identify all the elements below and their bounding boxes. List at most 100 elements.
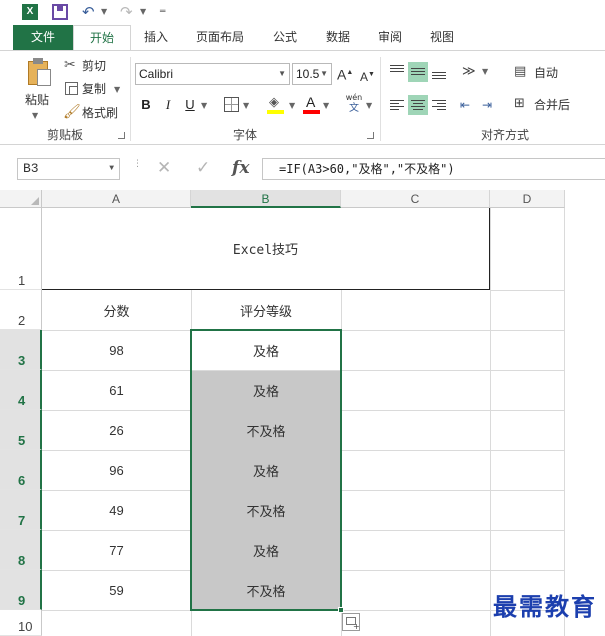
fill-color-swatch: [267, 110, 284, 114]
row-header-5[interactable]: 5: [0, 410, 42, 450]
borders-dropdown-icon[interactable]: ▼: [243, 97, 249, 115]
paste-icon[interactable]: [26, 57, 52, 87]
undo-dropdown-icon[interactable]: ▼: [101, 4, 107, 20]
name-box[interactable]: B3 ▼: [17, 158, 120, 180]
tab-file[interactable]: 文件: [13, 25, 73, 50]
score-cell-a5[interactable]: 26: [42, 410, 191, 450]
format-painter-button[interactable]: 格式刷: [82, 104, 118, 122]
insert-function-icon[interactable]: fx: [232, 157, 249, 179]
redo-icon[interactable]: ↷: [120, 2, 133, 22]
bold-button[interactable]: B: [137, 96, 155, 114]
score-cell-a6[interactable]: 96: [42, 450, 191, 490]
score-cell-a8[interactable]: 77: [42, 530, 191, 570]
wrap-text-icon[interactable]: ▤: [514, 63, 526, 81]
group-divider: [380, 57, 381, 141]
row-header-1[interactable]: 1: [0, 208, 42, 290]
italic-button[interactable]: I: [159, 96, 177, 114]
tab-data[interactable]: 数据: [316, 25, 360, 50]
phonetic-dropdown-icon[interactable]: ▼: [366, 97, 372, 115]
font-color-dropdown-icon[interactable]: ▼: [323, 97, 329, 115]
merge-center-button[interactable]: 合并后: [534, 96, 570, 114]
column-header-d[interactable]: D: [490, 190, 565, 208]
copy-dropdown-icon[interactable]: ▼: [114, 81, 120, 99]
confirm-entry-icon[interactable]: ✓: [196, 157, 210, 179]
customize-qat-icon[interactable]: ═: [160, 4, 165, 20]
shrink-font-icon: A: [360, 70, 369, 84]
align-middle-icon[interactable]: [408, 62, 428, 82]
ribbon: 粘贴 ▼ ✂ 剪切 复制 ▼ 🖌 格式刷 剪贴板 Calibri ▼ 10.5 …: [0, 50, 605, 145]
score-cell-a7[interactable]: 49: [42, 490, 191, 530]
quick-analysis-icon[interactable]: +: [342, 613, 360, 631]
tab-formulas[interactable]: 公式: [263, 25, 307, 50]
cut-icon[interactable]: ✂: [64, 56, 76, 74]
align-bottom-icon[interactable]: [429, 62, 449, 82]
grow-font-button[interactable]: A▲: [337, 64, 353, 84]
row-header-6[interactable]: 6: [0, 450, 42, 490]
row-header-8[interactable]: 8: [0, 530, 42, 570]
align-right-icon[interactable]: [429, 95, 449, 115]
undo-icon[interactable]: ↶: [82, 2, 95, 22]
select-all-corner[interactable]: [0, 190, 42, 208]
font-name-select[interactable]: Calibri ▼: [135, 63, 290, 85]
header-cell-a2[interactable]: 分数: [42, 290, 191, 330]
gridline: [490, 208, 491, 636]
paint-bucket-icon: ◈: [269, 95, 279, 110]
row-header-4[interactable]: 4: [0, 370, 42, 410]
phonetic-bottom: 文: [349, 103, 359, 114]
borders-icon[interactable]: [224, 97, 239, 112]
cut-button[interactable]: 剪切: [82, 57, 106, 75]
selection-border: [190, 329, 342, 611]
score-cell-a9[interactable]: 59: [42, 570, 191, 610]
underline-dropdown-icon[interactable]: ▼: [201, 97, 207, 115]
align-top-icon[interactable]: [387, 62, 407, 82]
orientation-dropdown-icon[interactable]: ▼: [482, 63, 488, 81]
merge-center-icon[interactable]: ⊞: [514, 95, 525, 113]
score-cell-a3[interactable]: 98: [42, 330, 191, 370]
tab-insert[interactable]: 插入: [136, 25, 176, 50]
tab-view[interactable]: 视图: [420, 25, 464, 50]
tab-home[interactable]: 开始: [73, 25, 131, 51]
align-center-icon[interactable]: [408, 95, 428, 115]
row-header-3[interactable]: 3: [0, 330, 42, 370]
format-painter-icon[interactable]: 🖌: [63, 103, 81, 121]
column-header-c[interactable]: C: [341, 190, 490, 208]
row-header-9[interactable]: 9: [0, 570, 42, 610]
orientation-icon[interactable]: ≫: [462, 63, 476, 81]
score-cell-a4[interactable]: 61: [42, 370, 191, 410]
shrink-font-button[interactable]: A▼: [360, 66, 375, 86]
fill-dropdown-icon[interactable]: ▼: [289, 97, 295, 115]
clipboard-launcher-icon[interactable]: [118, 132, 125, 139]
chevron-down-icon: ▼: [109, 164, 114, 173]
font-launcher-icon[interactable]: [367, 132, 374, 139]
copy-icon[interactable]: [65, 82, 78, 95]
row-header-10[interactable]: 10: [0, 610, 42, 636]
alignment-group-label: 对齐方式: [480, 128, 529, 142]
title-cell-a1[interactable]: Excel技巧: [42, 208, 490, 290]
font-color-button[interactable]: A: [302, 94, 322, 115]
chevron-down-icon: ▼: [278, 69, 286, 78]
cancel-entry-icon[interactable]: ✕: [157, 157, 171, 179]
column-header-a[interactable]: A: [42, 190, 191, 208]
increase-indent-icon[interactable]: ⇥: [482, 96, 492, 114]
ribbon-tabs: 文件 开始 插入 页面布局 公式 数据 审阅 视图: [0, 25, 605, 51]
copy-button[interactable]: 复制: [82, 80, 106, 98]
paste-dropdown-icon[interactable]: ▼: [32, 107, 38, 125]
underline-button[interactable]: U: [181, 96, 199, 114]
wrap-text-button[interactable]: 自动: [534, 64, 558, 82]
column-header-b[interactable]: B: [191, 190, 341, 208]
tab-page-layout[interactable]: 页面布局: [188, 25, 252, 50]
fill-color-button[interactable]: ◈: [266, 95, 286, 115]
formula-input[interactable]: =IF(A3>60,"及格","不及格"): [262, 158, 605, 180]
redo-dropdown-icon[interactable]: ▼: [140, 4, 146, 20]
save-icon[interactable]: [52, 4, 68, 20]
align-left-icon[interactable]: [387, 95, 407, 115]
header-cell-b2[interactable]: 评分等级: [191, 290, 341, 330]
font-size-value: 10.5: [296, 67, 320, 81]
row-header-2[interactable]: 2: [0, 290, 42, 330]
phonetic-guide-button[interactable]: wén 文: [343, 93, 365, 115]
tab-review[interactable]: 审阅: [368, 25, 412, 50]
font-size-select[interactable]: 10.5 ▼: [292, 63, 332, 85]
row-header-7[interactable]: 7: [0, 490, 42, 530]
font-color-swatch: [303, 110, 320, 114]
decrease-indent-icon[interactable]: ⇤: [460, 96, 470, 114]
